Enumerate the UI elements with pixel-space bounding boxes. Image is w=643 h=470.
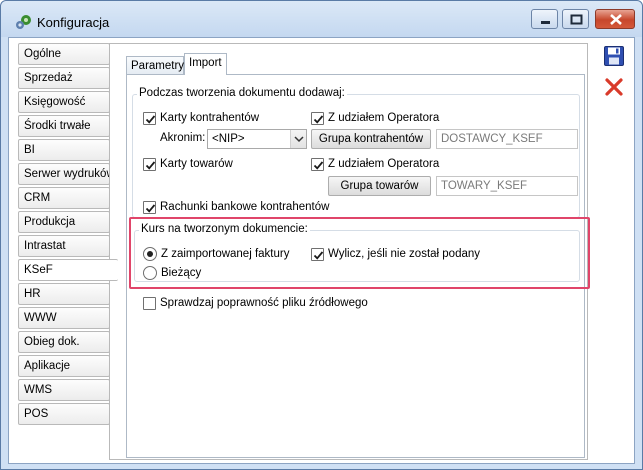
- nav-item-intrastat[interactable]: Intrastat: [18, 235, 110, 257]
- grupa-towarow-button[interactable]: Grupa towarów: [328, 176, 431, 196]
- rachunki-label: Rachunki bankowe kontrahentów: [160, 201, 330, 213]
- nav-item-aplikacje[interactable]: Aplikacje: [18, 355, 110, 377]
- nav-item-hr[interactable]: HR: [18, 283, 110, 305]
- towary-operator-checkbox[interactable]: [311, 158, 324, 171]
- akronim-label: Akronim:: [160, 132, 206, 144]
- wylicz-label: Wylicz, jeśli nie został podany: [328, 248, 481, 260]
- wylicz-checkbox[interactable]: [311, 248, 324, 261]
- kurs-biezacy-label: Bieżący: [161, 267, 202, 279]
- kurs-z-faktury-label: Z zaimportowanej faktury: [161, 248, 290, 260]
- cancel-button[interactable]: [601, 74, 625, 98]
- nav-item-ksiegowosc[interactable]: Księgowość: [18, 91, 110, 113]
- karty-towarow-label: Karty towarów: [160, 158, 233, 170]
- nav-item-sprzedaz[interactable]: Sprzedaż: [18, 67, 110, 89]
- karty-kontrahentow-label: Karty kontrahentów: [160, 112, 260, 124]
- kurs-z-faktury-radio[interactable]: [143, 247, 157, 261]
- karty-towarow-checkbox[interactable]: [143, 158, 156, 171]
- nav-item-bi[interactable]: BI: [18, 139, 110, 161]
- save-icon: [602, 46, 626, 71]
- karty-kontrahentow-checkbox[interactable]: [143, 112, 156, 125]
- window-title: Konfiguracja: [37, 15, 110, 30]
- tab-parametry[interactable]: Parametry: [126, 56, 184, 75]
- add-group-title: Podczas tworzenia dokumentu dodawaj:: [137, 87, 347, 99]
- cancel-icon: [602, 78, 626, 102]
- towary-operator-label: Z udziałem Operatora: [328, 158, 440, 170]
- nav-item-obieg-dok[interactable]: Obieg dok.: [18, 331, 110, 353]
- nav-item-wms[interactable]: WMS: [18, 379, 110, 401]
- save-button[interactable]: [601, 43, 625, 67]
- tab-import[interactable]: Import: [184, 53, 227, 75]
- nav-item-serwer-wydrukow[interactable]: Serwer wydruków: [18, 163, 110, 185]
- nav-item-ogolne[interactable]: Ogólne: [18, 43, 110, 65]
- sprawdzaj-label: Sprawdzaj poprawność pliku źródłowego: [160, 297, 368, 309]
- nav-item-pos[interactable]: POS: [18, 403, 110, 425]
- kontrahenci-operator-label: Z udziałem Operatora: [328, 112, 440, 124]
- maximize-button[interactable]: [562, 9, 589, 29]
- nav-item-srodki-trwale[interactable]: Środki trwałe: [18, 115, 110, 137]
- nav-item-crm[interactable]: CRM: [18, 187, 110, 209]
- config-window: Konfiguracja Ogólne Sprzedaż Księgowość …: [0, 0, 643, 470]
- nav-item-produkcja[interactable]: Produkcja: [18, 211, 110, 233]
- section-nav: Ogólne Sprzedaż Księgowość Środki trwałe…: [18, 43, 118, 460]
- minimize-button[interactable]: [531, 9, 558, 29]
- title-bar[interactable]: Konfiguracja: [1, 1, 642, 37]
- akronim-value: <NIP>: [212, 133, 245, 145]
- client-area: Ogólne Sprzedaż Księgowość Środki trwałe…: [8, 37, 635, 464]
- gear-icon: [15, 14, 33, 30]
- grupa-towarow-field[interactable]: TOWARY_KSEF: [436, 176, 578, 196]
- kontrahenci-operator-checkbox[interactable]: [311, 112, 324, 125]
- grupa-kontrahentow-button[interactable]: Grupa kontrahentów: [311, 129, 431, 149]
- kurs-group-title: Kurs na tworzonym dokumencie:: [139, 223, 310, 235]
- nav-item-ksef[interactable]: KSeF: [18, 259, 118, 281]
- akronim-select[interactable]: <NIP>: [207, 129, 307, 149]
- close-button[interactable]: [595, 9, 635, 29]
- kurs-biezacy-radio[interactable]: [143, 266, 157, 280]
- nav-item-www[interactable]: WWW: [18, 307, 110, 329]
- sprawdzaj-checkbox[interactable]: [143, 297, 156, 310]
- grupa-kontrahentow-field[interactable]: DOSTAWCY_KSEF: [436, 129, 578, 149]
- settings-panel: Parametry Import Podczas tworzenia dokum…: [109, 43, 590, 460]
- chevron-down-icon[interactable]: [290, 130, 306, 148]
- rachunki-checkbox[interactable]: [143, 201, 156, 214]
